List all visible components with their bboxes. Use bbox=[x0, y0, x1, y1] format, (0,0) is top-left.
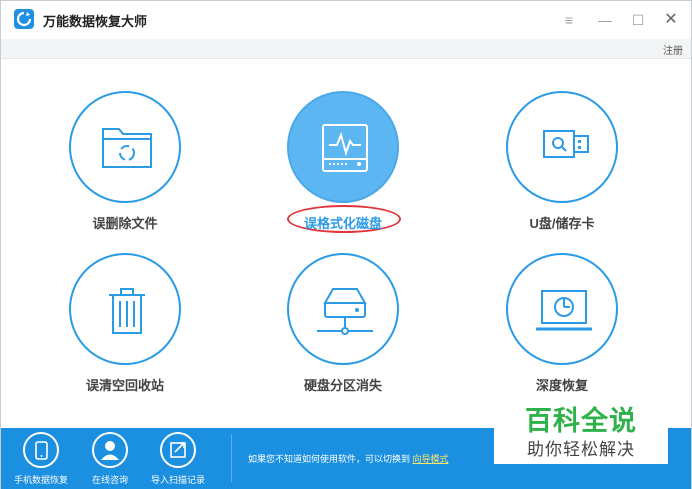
hint-text: 如果您不知道如何使用软件，可以切换到 bbox=[248, 454, 411, 464]
watermark-title: 百科全说 bbox=[525, 406, 637, 436]
person-icon bbox=[92, 432, 128, 468]
tile-deep-recovery[interactable]: 深度恢复 bbox=[492, 253, 632, 403]
toolbar-strip: 注册 bbox=[1, 39, 691, 59]
import-scan-label: 导入扫描记录 bbox=[150, 475, 205, 485]
folder-recycle-icon bbox=[102, 128, 152, 168]
deep-recovery-circle[interactable] bbox=[506, 253, 618, 365]
divider bbox=[231, 434, 232, 482]
usb-card-circle[interactable] bbox=[506, 91, 618, 203]
wizard-mode-link[interactable]: 向导模式 bbox=[413, 454, 449, 464]
maximize-icon[interactable]: ☐ bbox=[629, 11, 647, 29]
online-consult-label: 在线咨询 bbox=[91, 475, 128, 485]
tile-label: U盘/储存卡 bbox=[529, 216, 595, 231]
wizard-hint: 如果您不知道如何使用软件，可以切换到 向导模式 bbox=[248, 452, 449, 465]
title-bar: 万能数据恢复大师 ≡ — ☐ ✕ bbox=[1, 1, 691, 39]
phone-icon bbox=[23, 432, 59, 468]
phone-recovery-label: 手机数据恢复 bbox=[13, 475, 68, 485]
import-scan-button[interactable]: 导入扫描记录 bbox=[146, 432, 210, 488]
tile-label: 硬盘分区消失 bbox=[303, 378, 382, 393]
watermark-subtitle: 助你轻松解决 bbox=[527, 440, 635, 459]
tile-partition-lost[interactable]: 硬盘分区消失 bbox=[273, 253, 413, 403]
trash-icon bbox=[109, 288, 145, 334]
laptop-scan-icon bbox=[536, 290, 592, 331]
disk-waveform-icon bbox=[322, 124, 368, 172]
import-icon bbox=[160, 432, 196, 468]
tile-formatted-disk[interactable]: 误格式化磁盘 bbox=[273, 91, 413, 241]
tile-label: 深度恢复 bbox=[535, 378, 588, 393]
tile-deleted-files[interactable]: 误删除文件 bbox=[55, 91, 195, 241]
app-window: 万能数据恢复大师 ≡ — ☐ ✕ 注册 误删除文件 误格式化磁盘 U盘/储存卡 … bbox=[0, 0, 692, 489]
usb-drive-icon bbox=[543, 130, 589, 158]
close-icon[interactable]: ✕ bbox=[662, 11, 680, 29]
tile-label: 误删除文件 bbox=[92, 216, 158, 231]
tile-label: 误清空回收站 bbox=[85, 378, 164, 393]
formatted-disk-circle[interactable] bbox=[287, 91, 399, 203]
hard-drive-icon bbox=[317, 288, 373, 335]
phone-recovery-button[interactable]: 手机数据恢复 bbox=[9, 432, 73, 488]
minimize-icon[interactable]: — bbox=[596, 11, 614, 29]
tile-usb-card[interactable]: U盘/储存卡 bbox=[492, 91, 632, 241]
deleted-files-circle[interactable] bbox=[69, 91, 181, 203]
tile-label: 误格式化磁盘 bbox=[303, 216, 382, 231]
watermark-badge: 百科全说 助你轻松解决 bbox=[494, 397, 668, 464]
partition-lost-circle[interactable] bbox=[287, 253, 399, 365]
online-consult-button[interactable]: 在线咨询 bbox=[78, 432, 142, 488]
recycle-bin-circle[interactable] bbox=[69, 253, 181, 365]
tile-recycle-bin[interactable]: 误清空回收站 bbox=[55, 253, 195, 403]
register-link[interactable]: 注册 bbox=[663, 42, 683, 57]
app-logo-icon bbox=[14, 9, 34, 29]
menu-icon[interactable]: ≡ bbox=[560, 11, 578, 29]
app-title: 万能数据恢复大师 bbox=[43, 14, 148, 29]
